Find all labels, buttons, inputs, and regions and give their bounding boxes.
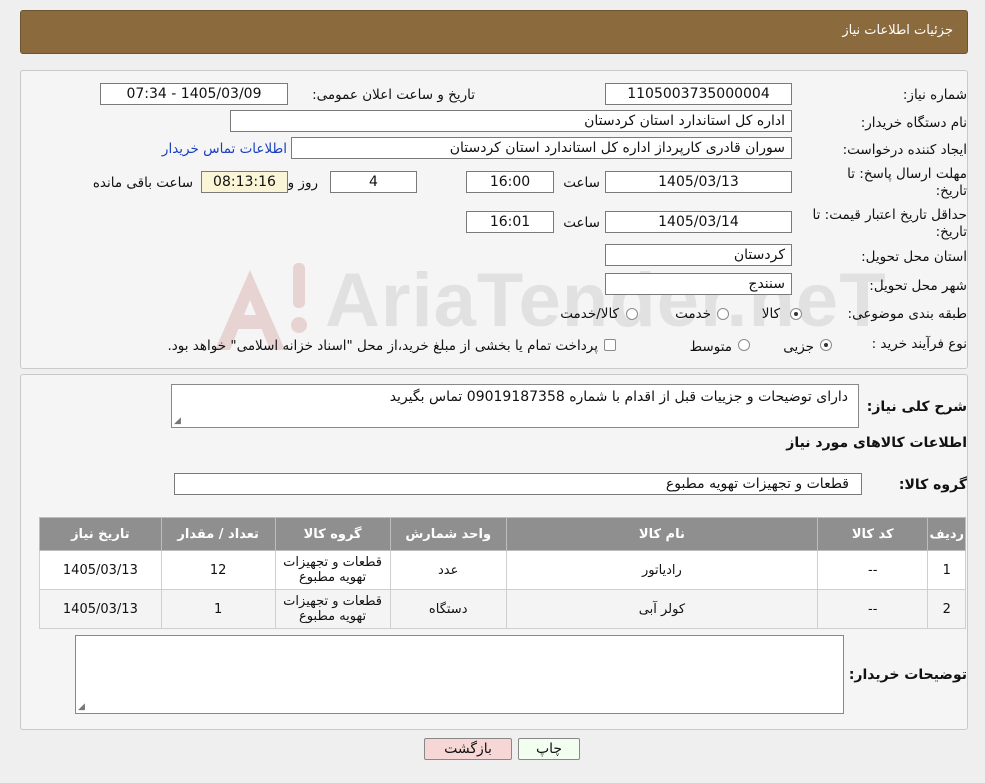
- price-time-label: ساعت: [563, 215, 600, 231]
- table-row: 1 -- رادیاتور عدد قطعات و تجهیزات تهویه م…: [39, 550, 966, 590]
- cell-group: قطعات و تجهیزات تهویه مطبوع: [274, 550, 391, 590]
- goods-group-label: گروه کالا:: [898, 477, 967, 493]
- announce-field: 1405/03/09 - 07:34: [100, 83, 288, 105]
- buyer-contact-link[interactable]: اطلاعات تماس خریدار: [162, 141, 287, 157]
- summary-field: دارای توضیحات و جزییات قبل از اقدام با ش…: [171, 384, 859, 428]
- col-code: کد کالا: [816, 517, 929, 551]
- category-label: طبقه بندی موضوعی:: [847, 306, 967, 322]
- cell-group-line-2: تهویه مطبوع: [299, 570, 367, 585]
- send-time-label: ساعت: [563, 175, 600, 191]
- cell-group: قطعات و تجهیزات تهویه مطبوع: [274, 589, 391, 629]
- col-group: گروه کالا: [274, 517, 391, 551]
- cell-row: 2: [927, 589, 966, 629]
- table-row: 2 -- کولر آبی دستگاه قطعات و تجهیزات تهوی…: [39, 589, 966, 629]
- table-header-row: ردیف کد کالا نام کالا واحد شمارش گروه کا…: [39, 517, 966, 551]
- category-service-label: خدمت: [675, 306, 711, 322]
- col-date: تاریخ نیاز: [39, 517, 162, 551]
- watermark-text: AriaTender.neT: [325, 258, 887, 343]
- resize-grip-icon: ◢: [78, 702, 85, 712]
- cell-unit: دستگاه: [389, 589, 507, 629]
- category-goods-label: کالا: [761, 306, 780, 322]
- category-goods-service-label: کالا/خدمت: [560, 306, 619, 322]
- buyer-notes-textarea[interactable]: ◢: [75, 635, 844, 714]
- cell-qty: 1: [160, 589, 276, 629]
- process-medium-label: متوسط: [689, 339, 732, 355]
- send-time-field: 16:00: [466, 171, 554, 193]
- remaining-time-field: 08:13:16: [201, 171, 288, 193]
- price-validity-label-2: تاریخ:: [935, 224, 967, 240]
- requester-field: سوران قادری کارپرداز اداره کل استاندارد …: [291, 137, 792, 159]
- process-medium-radio[interactable]: [738, 339, 750, 351]
- col-unit: واحد شمارش: [389, 517, 507, 551]
- price-time-field: 16:01: [466, 211, 554, 233]
- requester-label: ایجاد کننده درخواست:: [842, 142, 967, 158]
- province-field: کردستان: [605, 244, 792, 266]
- days-field: 4: [330, 171, 417, 193]
- process-treasury-checkbox[interactable]: [604, 339, 616, 351]
- col-name: نام کالا: [505, 517, 818, 551]
- buyer-org-field: اداره کل استاندارد استان کردستان: [230, 110, 792, 132]
- cell-unit: عدد: [389, 550, 507, 590]
- print-button[interactable]: چاپ: [518, 738, 580, 760]
- category-service-radio[interactable]: [717, 308, 729, 320]
- category-goods-service-radio[interactable]: [626, 308, 638, 320]
- buyer-notes-label: توضیحات خریدار:: [848, 667, 967, 683]
- process-minor-label: جزیی: [783, 339, 814, 355]
- price-date-field: 1405/03/14: [605, 211, 792, 233]
- page-header: جزئیات اطلاعات نیاز: [20, 10, 968, 54]
- resize-grip-icon: ◢: [174, 416, 181, 426]
- goods-group-field: قطعات و تجهیزات تهویه مطبوع: [174, 473, 862, 495]
- price-validity-label: حداقل تاریخ اعتبار قیمت: تا: [812, 207, 967, 223]
- process-type-label: نوع فرآیند خرید :: [871, 336, 967, 352]
- cell-code: --: [816, 550, 929, 590]
- back-button[interactable]: بازگشت: [424, 738, 512, 760]
- city-field: سنندج: [605, 273, 792, 295]
- cell-group-line-2: تهویه مطبوع: [299, 609, 367, 624]
- col-row: ردیف: [927, 517, 966, 551]
- send-deadline-label: مهلت ارسال پاسخ: تا: [847, 166, 967, 182]
- process-minor-radio[interactable]: [820, 339, 832, 351]
- need-number-label: شماره نیاز:: [902, 87, 967, 103]
- goods-table: ردیف کد کالا نام کالا واحد شمارش گروه کا…: [39, 517, 966, 629]
- page-title: جزئیات اطلاعات نیاز: [842, 23, 953, 38]
- cell-group-line-1: قطعات و تجهیزات: [283, 555, 383, 570]
- city-label: شهر محل تحویل:: [869, 278, 967, 294]
- province-label: استان محل تحویل:: [861, 249, 967, 265]
- summary-text: دارای توضیحات و جزییات قبل از اقدام با ش…: [389, 389, 848, 405]
- cell-code: --: [816, 589, 929, 629]
- buyer-org-label: نام دستگاه خریدار:: [860, 115, 967, 131]
- need-number-field: 1105003735000004: [605, 83, 792, 105]
- category-goods-radio[interactable]: [790, 308, 802, 320]
- cell-name: کولر آبی: [505, 589, 818, 629]
- goods-info-title: اطلاعات کالاهای مورد نیاز: [786, 435, 967, 451]
- cell-date: 1405/03/13: [39, 550, 162, 590]
- send-deadline-label-2: تاریخ:: [935, 183, 967, 199]
- cell-row: 1: [927, 550, 966, 590]
- send-date-field: 1405/03/13: [605, 171, 792, 193]
- cell-qty: 12: [160, 550, 276, 590]
- col-qty: تعداد / مقدار: [160, 517, 276, 551]
- process-note: پرداخت تمام یا بخشی از مبلغ خرید،از محل …: [167, 338, 598, 354]
- remaining-time-label: ساعت باقی مانده: [92, 175, 193, 191]
- days-label: روز و: [287, 175, 318, 191]
- announce-label: تاریخ و ساعت اعلان عمومی:: [312, 87, 475, 103]
- summary-label: شرح کلی نیاز:: [866, 399, 967, 415]
- cell-date: 1405/03/13: [39, 589, 162, 629]
- cell-name: رادیاتور: [505, 550, 818, 590]
- cell-group-line-1: قطعات و تجهیزات: [283, 594, 383, 609]
